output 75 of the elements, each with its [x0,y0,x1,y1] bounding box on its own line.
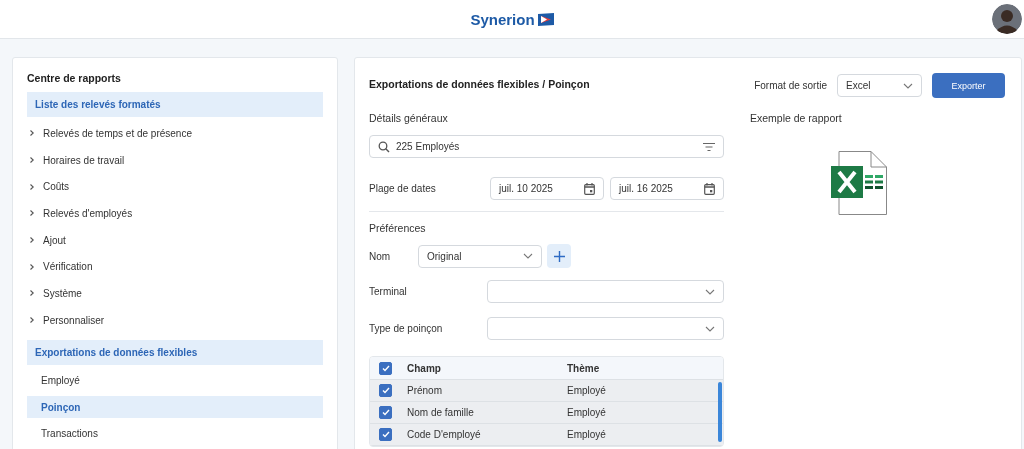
logo-flag-icon [537,12,554,26]
sidebar-item[interactable]: Employé [27,367,323,394]
sidebar-item[interactable]: Relevés d'employés [27,200,323,227]
scrollbar-thumb[interactable] [718,382,722,442]
section-heading: Exemple de rapport [750,112,843,124]
calendar-icon[interactable] [704,182,715,195]
chevron-right-icon [30,317,34,324]
item-label: Relevés de temps et de présence [43,127,192,139]
export-button[interactable]: Exporter [932,73,1005,98]
dropdown-field[interactable] [487,280,724,303]
format-dropdown[interactable]: Excel [837,74,922,97]
sidebar-title: Centre de rapports [27,72,122,84]
item-label: Relevés d'employés [43,207,133,219]
sidebar-item[interactable]: Coûts [27,173,323,201]
field-label: Terminal [369,286,408,297]
item-label: Personnaliser [43,314,105,326]
dropdown-field[interactable] [487,317,724,340]
item-label: Ajout [43,234,66,246]
add-button[interactable] [547,244,571,268]
person-silhouette-icon [992,4,1022,34]
chevron-right-icon [30,210,34,217]
date-field[interactable]: juil. 16 2025 [610,177,724,200]
section-header[interactable]: Liste des relevés formatés [27,92,323,117]
section-heading: Préférences [369,222,427,234]
section-heading: Détails généraux [369,112,449,124]
row-checkbox[interactable] [379,406,392,419]
table-cell-text: Code D'employé [407,429,482,440]
sidebar-item[interactable]: Vérification [27,253,323,281]
column-header: Champ [407,362,442,374]
chevron-right-icon [30,183,34,190]
row-checkbox[interactable] [379,384,392,397]
chevron-right-icon [30,237,34,244]
sidebar-item[interactable]: Système [27,280,323,307]
chevron-right-icon [30,130,34,137]
item-label: Horaires de travail [43,154,125,166]
filter-icon[interactable] [703,141,715,152]
item-label: Système [43,287,82,299]
chevron-down-icon [705,288,715,295]
table-cell-text: Employé [567,407,607,418]
table-cell-text: Nom de famille [407,407,475,418]
field-label: Type de poinçon [369,323,444,334]
item-label: Vérification [43,261,93,273]
search-field[interactable]: 225 Employés [369,135,724,158]
sidebar-item[interactable]: Ajout [27,226,323,254]
table-cell-text: Prénom [407,385,443,396]
spreadsheet-file-icon [830,151,887,215]
row-checkbox[interactable] [379,428,392,441]
page-title: Exportations de données flexibles / Poinçon [369,78,591,92]
section-header[interactable]: Exportations de données flexibles [27,339,323,365]
sidebar-item[interactable]: Transactions [27,420,323,447]
logo-text: Synerion [470,10,535,28]
sidebar-item[interactable]: Horaires de travail [27,146,323,174]
date-field[interactable]: juil. 10 2025 [490,177,604,200]
avatar[interactable] [992,4,1022,34]
select-all-checkbox[interactable] [379,361,392,375]
field-label: Format de sortie [754,80,827,91]
calendar-icon[interactable] [584,182,595,195]
chevron-right-icon [30,263,34,270]
field-label: Plage de dates [369,183,437,194]
table-cell-text: Employé [567,385,607,396]
name-dropdown[interactable]: Original [418,244,542,268]
column-header: Thème [567,362,601,374]
chevron-down-icon [903,82,913,89]
search-icon [378,140,390,153]
chevron-right-icon [30,290,34,297]
chevron-down-icon [705,325,715,332]
field-label: Nom [369,250,392,262]
table-cell-text: Employé [567,429,607,440]
sidebar-item[interactable]: Personnaliser [27,306,323,334]
sidebar-item[interactable]: Relevés de temps et de présence [27,120,323,147]
sidebar-item[interactable]: Poinçon [27,396,323,418]
chevron-down-icon [523,253,533,259]
chevron-right-icon [30,157,34,164]
item-label: Coûts [43,181,70,193]
plus-icon [553,250,565,262]
